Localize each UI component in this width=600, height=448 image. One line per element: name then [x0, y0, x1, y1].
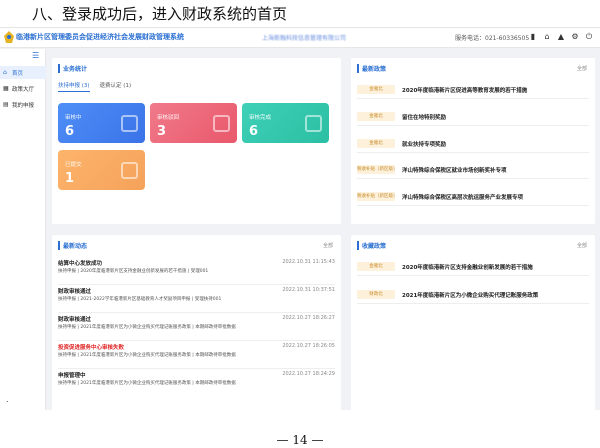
favorites-title: 收藏政策: [357, 241, 386, 250]
dynamics-more-link[interactable]: 全部: [323, 242, 333, 249]
dynamic-item[interactable]: 结算中心发放成功 2022.10.31 11:15:43 扶持申报 | 2020…: [58, 259, 335, 285]
home-icon: ⌂: [3, 68, 7, 76]
policy-row[interactable]: 金雁北 就业扶持专项奖励: [357, 136, 589, 153]
policy-text: 2020年度临港新片区促进高等教育发展的若干措施: [402, 88, 528, 94]
dynamic-desc: 扶持申报 | 2021年度临港新片区为小微企业购买代理记账服务政策 | 本期邮政…: [58, 381, 236, 386]
document-icon: [121, 115, 138, 132]
policies-title: 最新政策: [357, 64, 386, 73]
favorite-text: 2020年度临港新片区支持金融业创新发展的若干措施: [402, 265, 533, 271]
policy-tag: 税收补贴（新区级）: [357, 165, 398, 174]
bell-icon[interactable]: ▲: [556, 31, 566, 43]
dynamic-title: 财政审核通过: [58, 289, 92, 295]
power-icon[interactable]: ⏻: [584, 31, 594, 43]
favorites-more-link[interactable]: 全部: [577, 242, 587, 249]
policy-row[interactable]: 税收补贴（新区级） 洋山特殊综合保税区就业市场创新奖补专项: [357, 162, 589, 179]
service-hotline: 服务电话：021-60336505: [455, 35, 530, 42]
tab-support-applications[interactable]: 扶持申报 (3): [58, 81, 90, 92]
stats-tabs: 扶持申报 (3) 退费认定 (1): [58, 81, 131, 92]
tile-rejected[interactable]: 审核驳回 3: [150, 103, 237, 143]
policy-text: 洋山特殊综合保税区就业市场创新奖补专项: [402, 168, 507, 174]
favorite-tag: 财政北: [357, 290, 395, 299]
policy-tag: 金雁北: [357, 112, 395, 121]
policy-row[interactable]: 金雁北 留住在地特别奖励: [357, 109, 589, 126]
policy-text: 留住在地特别奖励: [402, 115, 447, 121]
dynamic-desc: 扶持申报 | 2021-2022学年临港新片区基础教育人才奖励项目申报 | 受理…: [58, 297, 222, 302]
favorite-row[interactable]: 财政北 2021年度临港新片区为小微企业购买代理记账服务政策: [357, 287, 589, 304]
dynamic-desc: 扶持申报 | 2020年度临港新片区支持金融业创新发展的若干措施 | 受理001: [58, 269, 209, 274]
favorite-text: 2021年度临港新片区为小微企业购买代理记账服务政策: [402, 293, 539, 299]
favorite-tag: 金雁北: [357, 262, 395, 271]
dynamic-desc: 扶持申报 | 2021年度临港新片区为小微企业购买代理记账服务政策 | 本期邮政…: [58, 325, 236, 330]
policy-row[interactable]: 税收补贴（新区级） 洋山特殊综合保税区高层次航运服务产业发展专项: [357, 189, 589, 206]
sidebar-item-label: 我的申报: [12, 102, 35, 109]
latest-dynamics-card: 最新动态 全部 结算中心发放成功 2022.10.31 11:15:43 扶持申…: [52, 235, 341, 410]
doc-icon: ▤: [3, 100, 9, 108]
sidebar-item-policy-hall[interactable]: ▦ 政策大厅: [0, 82, 46, 95]
dynamic-title: 结算中心发放成功: [58, 261, 103, 267]
document-page: 八、登录成功后，进入财政系统的首页 临港新片区管理委员会促进经济社会发展财政管理…: [0, 0, 600, 448]
dynamic-title: 投资促进服务中心审核失败: [58, 345, 125, 351]
dynamics-title: 最新动态: [58, 241, 87, 250]
document-icon: [121, 162, 138, 179]
policies-more-link[interactable]: 全部: [577, 65, 587, 72]
tile-under-review[interactable]: 审核中 6: [58, 103, 145, 143]
tile-submitted[interactable]: 已提交 1: [58, 150, 145, 190]
bullet-mark: .: [6, 395, 9, 404]
tile-value: 3: [157, 124, 167, 139]
tab-refund-certification[interactable]: 退费认定 (1): [100, 81, 132, 92]
policy-tag: 税收补贴（新区级）: [357, 192, 398, 201]
dynamic-item[interactable]: 财政审核通过 2022.10.27 18:26:27 扶持申报 | 2021年度…: [58, 315, 335, 341]
gear-icon[interactable]: ⚙: [570, 31, 580, 43]
tile-value: 6: [65, 124, 75, 139]
dynamic-item[interactable]: 投资促进服务中心审核失败 2022.10.27 18:26:05 扶持申报 | …: [58, 343, 335, 369]
logo-icon: [4, 31, 14, 43]
document-heading: 八、登录成功后，进入财政系统的首页: [32, 5, 288, 23]
document-icon: [213, 115, 230, 132]
sidebar: ☰ ⌂ 首页 ▦ 政策大厅 ▤ 我的申报: [0, 49, 46, 410]
menu-toggle-icon[interactable]: ☰: [32, 51, 39, 60]
book-icon[interactable]: ▮: [528, 31, 538, 43]
tile-completed[interactable]: 审核完成 6: [242, 103, 329, 143]
tile-label: 审核驳回: [157, 115, 180, 121]
policy-tag: 金雁北: [357, 85, 395, 94]
policy-text: 就业扶持专项奖励: [402, 142, 447, 148]
policy-text: 洋山特殊综合保税区高层次航运服务产业发展专项: [402, 195, 524, 201]
dynamic-date: 2022.10.31 10:37:51: [282, 287, 335, 293]
home-icon[interactable]: ⌂: [542, 31, 552, 43]
dynamic-date: 2022.10.27 18:24:29: [282, 371, 335, 377]
tile-value: 6: [249, 124, 259, 139]
dynamic-item[interactable]: 申报管理中 2022.10.27 18:24:29 扶持申报 | 2021年度临…: [58, 371, 335, 397]
sidebar-item-label: 政策大厅: [12, 86, 35, 93]
dynamic-date: 2022.10.27 18:26:27: [282, 315, 335, 321]
tile-value: 1: [65, 171, 75, 186]
page-number: — 14 —: [276, 433, 324, 447]
sidebar-item-my-applications[interactable]: ▤ 我的申报: [0, 98, 46, 111]
sidebar-item-home[interactable]: ⌂ 首页: [0, 66, 46, 79]
app-title: 临港新片区管理委员会促进经济社会发展财政管理系统: [16, 33, 184, 41]
document-icon: [305, 115, 322, 132]
dynamic-date: 2022.10.27 18:26:05: [282, 343, 335, 349]
dynamic-title: 申报管理中: [58, 373, 86, 379]
company-name: 上海新融科技信息管理有限公司: [262, 35, 347, 42]
top-bar: 临港新片区管理委员会促进经济社会发展财政管理系统 上海新融科技信息管理有限公司 …: [0, 28, 600, 48]
app-screenshot: 临港新片区管理委员会促进经济社会发展财政管理系统 上海新融科技信息管理有限公司 …: [0, 27, 600, 410]
stats-title: 业务统计: [58, 64, 87, 73]
policy-tag: 金雁北: [357, 139, 395, 148]
latest-policies-card: 最新政策 全部 金雁北 2020年度临港新片区促进高等教育发展的若干措施 金雁北…: [351, 58, 595, 224]
dynamic-date: 2022.10.31 11:15:43: [282, 259, 335, 265]
sidebar-item-label: 首页: [12, 70, 24, 77]
grid-icon: ▦: [3, 84, 9, 92]
favorite-policies-card: 收藏政策 全部 金雁北 2020年度临港新片区支持金融业创新发展的若干措施 财政…: [351, 235, 595, 410]
tile-label: 审核中: [65, 115, 82, 121]
dynamic-desc: 扶持申报 | 2021年度临港新片区为小微企业购买代理记账服务政策 | 本期邮政…: [58, 353, 236, 358]
top-icons: ▮ ⌂ ▲ ⚙ ⏻: [528, 31, 594, 43]
stats-card: 业务统计 扶持申报 (3) 退费认定 (1) 审核中 6 审核驳回 3 审核完成…: [52, 58, 341, 224]
favorite-row[interactable]: 金雁北 2020年度临港新片区支持金融业创新发展的若干措施: [357, 259, 589, 276]
dynamic-title: 财政审核通过: [58, 317, 92, 323]
tile-label: 已提交: [65, 162, 82, 168]
policy-row[interactable]: 金雁北 2020年度临港新片区促进高等教育发展的若干措施: [357, 82, 589, 99]
tile-label: 审核完成: [249, 115, 272, 121]
dynamic-item[interactable]: 财政审核通过 2022.10.31 10:37:51 扶持申报 | 2021-2…: [58, 287, 335, 313]
